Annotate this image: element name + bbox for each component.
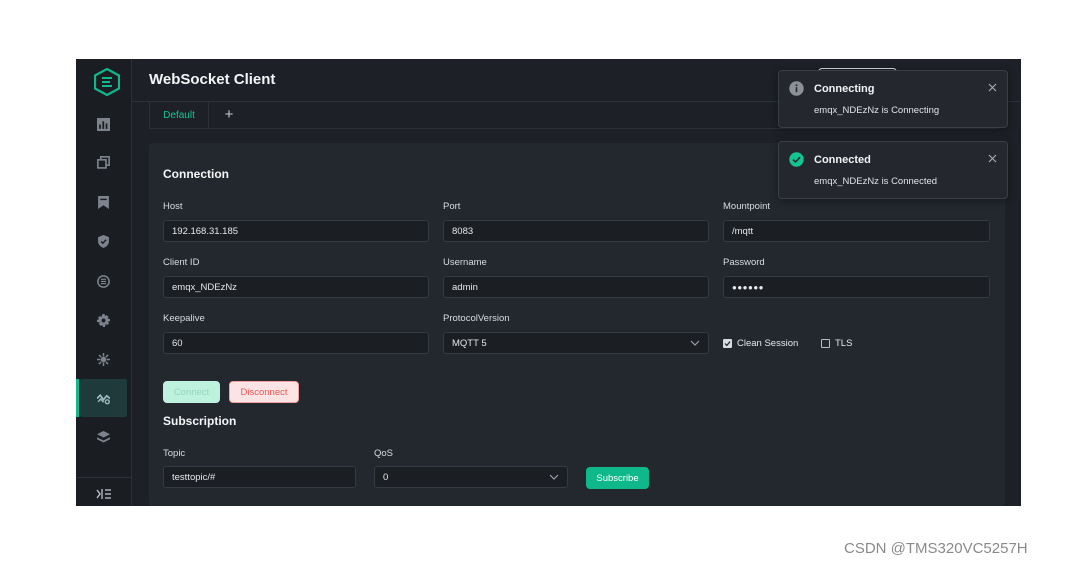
disconnect-button[interactable]: Disconnect <box>229 381 299 403</box>
rules-icon <box>97 274 110 288</box>
qos-select[interactable]: 0 <box>374 466 568 488</box>
clean-session-label: Clean Session <box>737 338 799 349</box>
subscribe-button[interactable]: Subscribe <box>586 467 649 489</box>
username-input[interactable]: admin <box>443 276 709 298</box>
notification-title: Connecting <box>814 83 875 95</box>
subscriptions-icon <box>98 195 109 209</box>
password-input[interactable]: ●●●●●● <box>723 276 990 298</box>
keepalive-input[interactable]: 60 <box>163 332 429 354</box>
tls-checkbox[interactable]: TLS <box>821 338 852 349</box>
settings-icon <box>97 313 110 327</box>
sidebar-item-clients[interactable] <box>80 143 127 181</box>
dashboard-icon <box>97 117 110 131</box>
notification-title: Connected <box>814 154 871 166</box>
watermark: CSDN @TMS320VC5257H <box>844 540 1028 557</box>
client-id-label: Client ID <box>163 257 200 268</box>
sidebar-item-security[interactable] <box>80 222 127 260</box>
sidebar-item-dashboard[interactable] <box>80 105 127 143</box>
topic-input[interactable]: testtopic/# <box>163 466 356 488</box>
websocket-icon <box>97 393 110 404</box>
notification-connecting: Connecting emqx_NDEzNz is Connecting <box>778 70 1008 128</box>
protocol-version-select[interactable]: MQTT 5 <box>443 332 709 354</box>
info-icon <box>789 81 804 96</box>
qos-label: QoS <box>374 448 394 459</box>
notification-message: emqx_NDEzNz is Connected <box>814 176 938 187</box>
tab-default[interactable]: Default <box>149 102 209 128</box>
chevron-down-icon <box>549 474 559 480</box>
sidebar-divider <box>76 477 131 478</box>
topic-label: Topic <box>163 448 186 459</box>
sidebar-item-rules[interactable] <box>80 262 127 300</box>
tls-label: TLS <box>835 338 853 349</box>
sidebar-item-settings[interactable] <box>80 301 127 339</box>
add-tab-button[interactable]: + <box>219 104 239 124</box>
plugins-icon <box>97 352 110 366</box>
shield-icon <box>98 234 109 248</box>
close-icon[interactable] <box>988 154 997 163</box>
layers-icon <box>97 430 110 442</box>
username-label: Username <box>443 257 487 268</box>
sidebar-item-plugins[interactable] <box>80 340 127 378</box>
sidebar <box>76 59 132 506</box>
sidebar-item-websocket[interactable] <box>76 379 127 417</box>
close-icon[interactable] <box>988 83 997 92</box>
notification-message: emqx_NDEzNz is Connecting <box>814 105 940 116</box>
connection-title: Connection <box>163 167 229 181</box>
mountpoint-label: Mountpoint <box>723 201 771 212</box>
connect-button[interactable]: Connect <box>163 381 220 403</box>
qos-value: 0 <box>383 471 389 483</box>
mountpoint-input[interactable]: /mqtt <box>723 220 990 242</box>
page-title: WebSocket Client <box>149 71 276 88</box>
emqx-logo-icon[interactable] <box>93 67 121 97</box>
sidebar-item-storage[interactable] <box>80 418 127 456</box>
sidebar-item-subscriptions[interactable] <box>80 183 127 221</box>
checkbox-checked-icon <box>723 339 732 348</box>
client-id-input[interactable]: emqx_NDEzNz <box>163 276 429 298</box>
port-label: Port <box>443 201 461 212</box>
chevron-down-icon <box>690 340 700 346</box>
success-check-icon <box>789 152 804 167</box>
checkbox-unchecked-icon <box>821 339 830 348</box>
clean-session-checkbox[interactable]: Clean Session <box>723 338 798 349</box>
clients-icon <box>97 155 110 169</box>
collapse-sidebar-icon[interactable] <box>96 487 112 501</box>
port-input[interactable]: 8083 <box>443 220 709 242</box>
subscription-title: Subscription <box>163 414 237 428</box>
protocol-version-label: ProtocolVersion <box>443 313 510 324</box>
protocol-version-value: MQTT 5 <box>452 337 487 349</box>
notification-connected: Connected emqx_NDEzNz is Connected <box>778 141 1008 199</box>
host-label: Host <box>163 201 183 212</box>
keepalive-label: Keepalive <box>163 313 205 324</box>
password-label: Password <box>723 257 765 268</box>
host-input[interactable]: 192.168.31.185 <box>163 220 429 242</box>
